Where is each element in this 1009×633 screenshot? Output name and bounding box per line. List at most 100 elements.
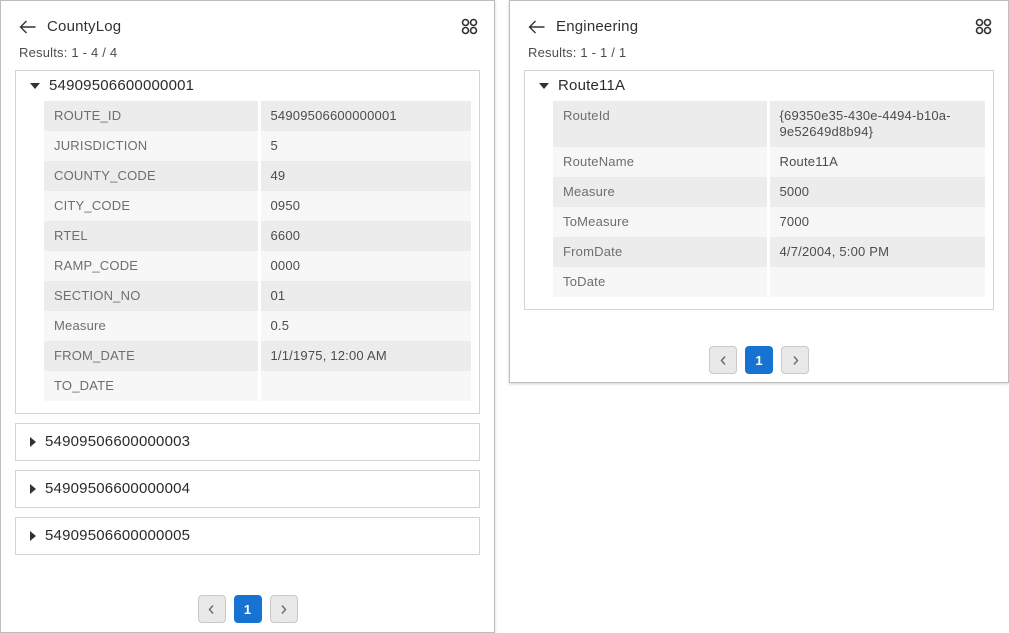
apps-grid-icon <box>461 18 478 35</box>
feature-toggle[interactable]: 54909506600000001 <box>16 71 479 101</box>
feature-info-panel-engineering: Engineering Results: 1 - 1 / 1 Route11A … <box>509 0 1009 383</box>
feature-list: 54909506600000001 ROUTE_ID 5490950660000… <box>1 70 494 623</box>
panel-title: Engineering <box>556 18 638 35</box>
caret-down-icon <box>539 83 549 89</box>
field-label: ToMeasure <box>553 207 768 237</box>
field-value: 6600 <box>259 221 471 251</box>
feature-toggle[interactable]: 54909506600000005 <box>16 518 479 554</box>
table-row: CITY_CODE 0950 <box>44 191 471 221</box>
field-value: Route11A <box>768 147 985 177</box>
field-label: CITY_CODE <box>44 191 259 221</box>
field-label: JURISDICTION <box>44 131 259 161</box>
attribute-table: ROUTE_ID 54909506600000001 JURISDICTION … <box>44 101 471 401</box>
current-page-button[interactable]: 1 <box>745 346 773 374</box>
field-value: 49 <box>259 161 471 191</box>
feature-card-collapsed: 54909506600000003 <box>15 423 480 461</box>
chevron-left-icon <box>206 604 217 615</box>
next-page-button[interactable] <box>781 346 809 374</box>
field-label: COUNTY_CODE <box>44 161 259 191</box>
table-row: RAMP_CODE 0000 <box>44 251 471 281</box>
current-page-button[interactable]: 1 <box>234 595 262 623</box>
field-value: 0000 <box>259 251 471 281</box>
field-value: 01 <box>259 281 471 311</box>
table-row: RTEL 6600 <box>44 221 471 251</box>
field-label: RouteName <box>553 147 768 177</box>
feature-title: Route11A <box>558 78 625 94</box>
back-button[interactable] <box>19 20 36 34</box>
feature-list: Route11A RouteId {69350e35-430e-4494-b10… <box>510 70 1008 374</box>
field-label: Measure <box>44 311 259 341</box>
field-label: RTEL <box>44 221 259 251</box>
chevron-right-icon <box>790 355 801 366</box>
feature-toggle[interactable]: 54909506600000003 <box>16 424 479 460</box>
field-label: ToDate <box>553 267 768 297</box>
table-row: ToMeasure 7000 <box>553 207 985 237</box>
caret-right-icon <box>30 484 36 494</box>
feature-title: 54909506600000005 <box>45 528 190 544</box>
table-row: SECTION_NO 01 <box>44 281 471 311</box>
field-value: {69350e35-430e-4494-b10a-9e52649d8b94} <box>768 101 985 147</box>
table-row: FromDate 4/7/2004, 5:00 PM <box>553 237 985 267</box>
caret-right-icon <box>30 531 36 541</box>
arrow-left-icon <box>19 20 36 34</box>
field-value <box>259 371 471 401</box>
table-row: Measure 0.5 <box>44 311 471 341</box>
next-page-button[interactable] <box>270 595 298 623</box>
feature-card-collapsed: 54909506600000005 <box>15 517 480 555</box>
previous-page-button[interactable] <box>198 595 226 623</box>
pagination: 1 <box>15 595 480 623</box>
caret-right-icon <box>30 437 36 447</box>
feature-card-expanded: Route11A RouteId {69350e35-430e-4494-b10… <box>524 70 994 310</box>
results-count: Results: 1 - 4 / 4 <box>1 45 494 60</box>
feature-title: 54909506600000001 <box>49 78 194 94</box>
feature-toggle[interactable]: 54909506600000004 <box>16 471 479 507</box>
field-value: 0.5 <box>259 311 471 341</box>
field-value: 5 <box>259 131 471 161</box>
attribute-table: RouteId {69350e35-430e-4494-b10a-9e52649… <box>553 101 985 297</box>
panel-header: CountyLog <box>1 1 494 35</box>
field-label: SECTION_NO <box>44 281 259 311</box>
feature-card-expanded: 54909506600000001 ROUTE_ID 5490950660000… <box>15 70 480 414</box>
results-count: Results: 1 - 1 / 1 <box>510 45 1008 60</box>
arrow-left-icon <box>528 20 545 34</box>
apps-grid-icon <box>975 18 992 35</box>
field-value: 7000 <box>768 207 985 237</box>
table-row: JURISDICTION 5 <box>44 131 471 161</box>
chevron-right-icon <box>278 604 289 615</box>
back-button[interactable] <box>528 20 545 34</box>
panel-header: Engineering <box>510 1 1008 35</box>
previous-page-button[interactable] <box>709 346 737 374</box>
table-row: TO_DATE <box>44 371 471 401</box>
apps-grid-button[interactable] <box>975 18 992 35</box>
field-value: 54909506600000001 <box>259 101 471 131</box>
table-row: COUNTY_CODE 49 <box>44 161 471 191</box>
feature-title: 54909506600000003 <box>45 434 190 450</box>
panel-title: CountyLog <box>47 18 121 35</box>
table-row: RouteName Route11A <box>553 147 985 177</box>
feature-toggle[interactable]: Route11A <box>525 71 993 101</box>
field-value: 4/7/2004, 5:00 PM <box>768 237 985 267</box>
table-row: FROM_DATE 1/1/1975, 12:00 AM <box>44 341 471 371</box>
field-value: 1/1/1975, 12:00 AM <box>259 341 471 371</box>
field-value: 5000 <box>768 177 985 207</box>
field-label: FromDate <box>553 237 768 267</box>
table-row: RouteId {69350e35-430e-4494-b10a-9e52649… <box>553 101 985 147</box>
field-label: RouteId <box>553 101 768 147</box>
table-row: ToDate <box>553 267 985 297</box>
table-row: Measure 5000 <box>553 177 985 207</box>
field-label: FROM_DATE <box>44 341 259 371</box>
field-label: Measure <box>553 177 768 207</box>
feature-title: 54909506600000004 <box>45 481 190 497</box>
table-row: ROUTE_ID 54909506600000001 <box>44 101 471 131</box>
field-value: 0950 <box>259 191 471 221</box>
caret-down-icon <box>30 83 40 89</box>
field-label: TO_DATE <box>44 371 259 401</box>
pagination: 1 <box>524 346 994 374</box>
field-label: RAMP_CODE <box>44 251 259 281</box>
feature-card-collapsed: 54909506600000004 <box>15 470 480 508</box>
apps-grid-button[interactable] <box>461 18 478 35</box>
field-label: ROUTE_ID <box>44 101 259 131</box>
field-value <box>768 267 985 297</box>
feature-info-panel-countylog: CountyLog Results: 1 - 4 / 4 54909506600… <box>0 0 495 633</box>
chevron-left-icon <box>718 355 729 366</box>
